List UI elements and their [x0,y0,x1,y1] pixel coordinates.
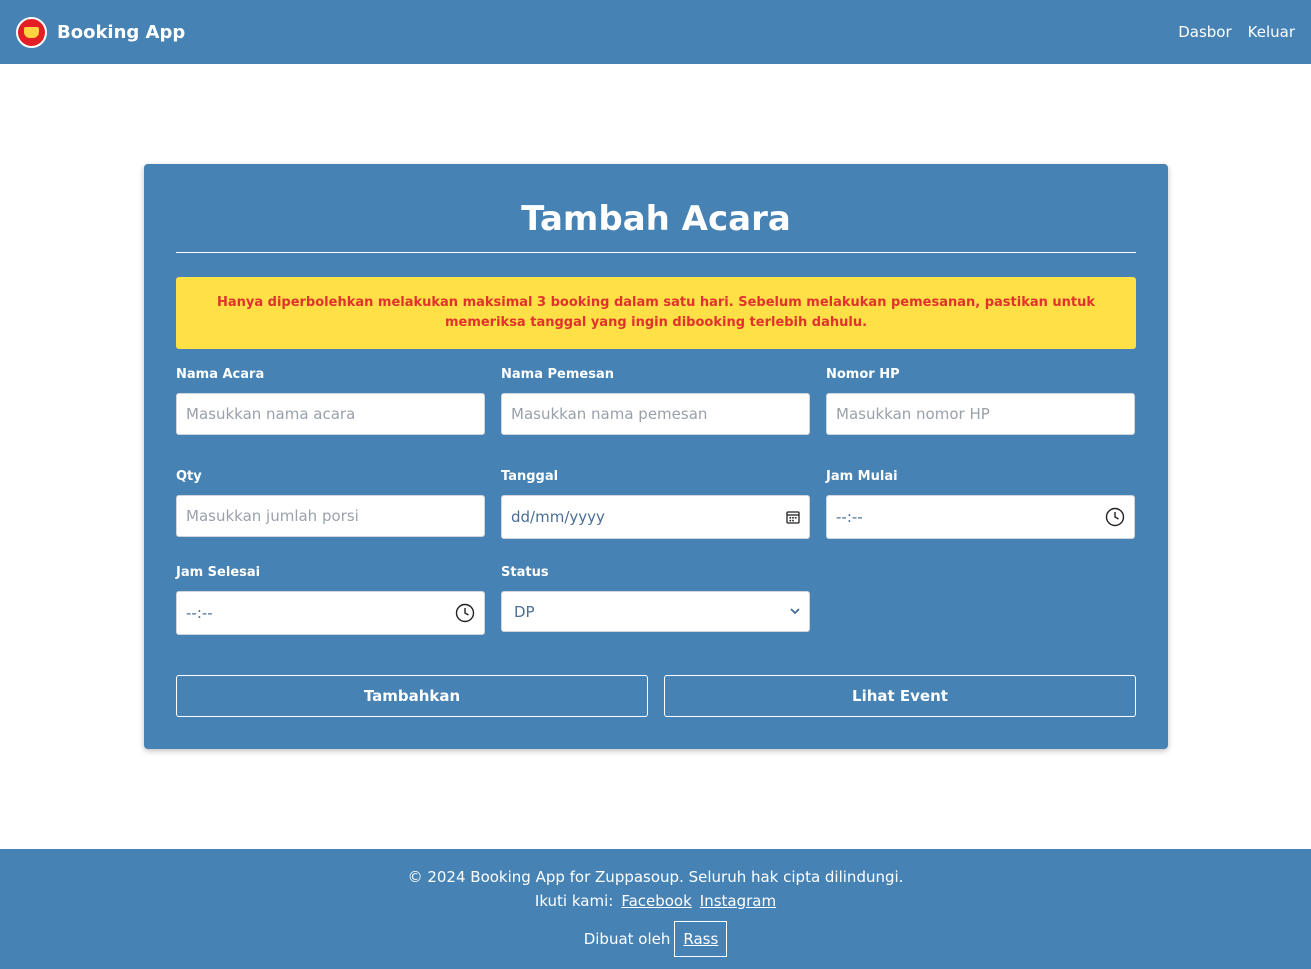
nama-acara-input[interactable]: Masukkan nama acara [176,393,485,435]
nomor-hp-placeholder: Masukkan nomor HP [836,405,990,423]
status-select[interactable]: DP [501,591,810,632]
nama-pemesan-label: Nama Pemesan [501,367,614,382]
facebook-link[interactable]: Facebook [621,892,691,910]
footer: © 2024 Booking App for Zuppasoup. Seluru… [0,849,1311,969]
page-title: Tambah Acara [521,199,791,239]
qty-placeholder: Masukkan jumlah porsi [186,507,359,525]
footer-copyright: © 2024 Booking App for Zuppasoup. Seluru… [407,868,904,886]
title-divider [176,252,1136,253]
footer-social: Ikuti kami: Facebook Instagram [0,892,1311,910]
jam-selesai-value: --:-- [186,604,213,622]
jam-selesai-label: Jam Selesai [176,565,261,580]
tanggal-label: Tanggal [501,469,559,484]
nama-acara-label: Nama Acara [176,367,265,382]
clock-icon[interactable] [1105,507,1125,527]
calendar-icon[interactable] [786,510,800,524]
brand-name: Booking App [57,21,186,43]
tanggal-input[interactable]: dd/mm/yyyy [501,495,810,539]
event-form-card: Tambah Acara Hanya diperbolehkan melakuk… [144,164,1168,749]
nama-pemesan-placeholder: Masukkan nama pemesan [511,405,708,423]
tanggal-value: dd/mm/yyyy [511,508,605,526]
nav-link-dasbor[interactable]: Dasbor [1178,23,1231,41]
jam-selesai-input[interactable]: --:-- [176,591,485,635]
status-label: Status [501,565,549,580]
jam-mulai-label: Jam Mulai [826,469,898,484]
booking-limit-alert: Hanya diperbolehkan melakukan maksimal 3… [176,277,1136,349]
instagram-link[interactable]: Instagram [700,892,776,910]
nav-link-keluar[interactable]: Keluar [1248,23,1295,41]
brand-logo-icon [16,16,47,48]
follow-label: Ikuti kami: [534,892,614,910]
chevron-down-icon [790,605,800,618]
jam-mulai-value: --:-- [836,508,863,526]
author-link[interactable]: Rass [674,921,728,957]
lihat-event-button[interactable]: Lihat Event [664,675,1136,717]
tambahkan-button[interactable]: Tambahkan [176,675,648,717]
made-by-label: Dibuat oleh [583,930,671,948]
qty-input[interactable]: Masukkan jumlah porsi [176,495,485,537]
status-value: DP [514,602,535,621]
clock-icon[interactable] [455,603,475,623]
nomor-hp-label: Nomor HP [826,367,900,382]
nama-acara-placeholder: Masukkan nama acara [186,405,356,423]
navbar: Booking App Dasbor Keluar [0,0,1311,64]
nomor-hp-input[interactable]: Masukkan nomor HP [826,393,1135,435]
qty-label: Qty [176,469,202,484]
brand[interactable]: Booking App [16,16,186,48]
footer-credit: Dibuat oleh Rass [0,921,1311,957]
jam-mulai-input[interactable]: --:-- [826,495,1135,539]
nama-pemesan-input[interactable]: Masukkan nama pemesan [501,393,810,435]
nav-links: Dasbor Keluar [1178,23,1295,41]
